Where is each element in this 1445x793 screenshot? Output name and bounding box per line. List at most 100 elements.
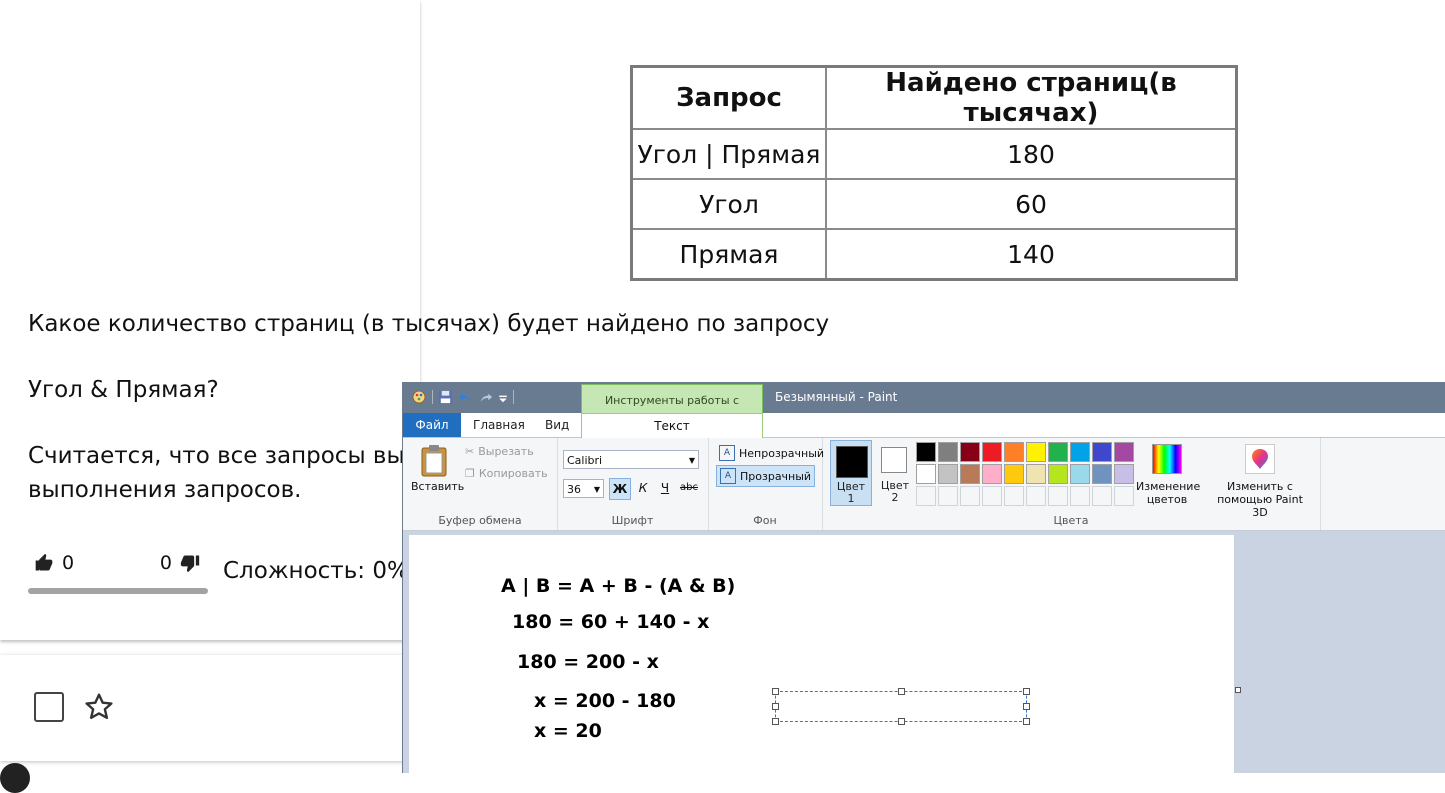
tab-view[interactable]: Вид [545,413,569,437]
ribbon: Вставить ✂ Вырезать ❐ Копировать Буфер о… [403,438,1445,531]
resize-handle[interactable] [1023,703,1030,710]
palette-swatch[interactable] [982,442,1002,462]
window-title: Безымянный - Paint [775,390,898,404]
paint-app-icon[interactable] [411,389,427,405]
save-icon[interactable] [438,390,453,405]
palette-swatch[interactable] [1114,464,1134,484]
italic-button[interactable]: К [633,478,653,498]
paste-label: Вставить [411,480,465,493]
palette-swatch[interactable] [982,486,1002,506]
cell-query: Угол | Прямая [630,128,827,180]
opaque-option[interactable]: A Непрозрачный [716,443,827,463]
canvas-resize-handle[interactable] [1235,687,1241,693]
question-text: Какое количество страниц (в тысячах) буд… [28,311,830,337]
like-count: 0 [62,552,75,574]
resize-handle[interactable] [898,688,905,695]
palette-swatch[interactable] [1048,486,1068,506]
header-pages: Найдено страниц(в тысячах) [825,65,1238,130]
chevron-down-icon: ▼ [593,485,600,494]
palette-swatch[interactable] [1004,486,1024,506]
dislike-count: 0 [159,552,172,574]
opaque-icon: A [719,445,735,461]
thumbs-up-icon [35,553,53,571]
resize-handle[interactable] [772,688,779,695]
copy-label: Копировать [478,467,548,480]
font-size-select[interactable]: 36 ▼ [563,479,604,498]
tab-text[interactable]: Текст [581,413,763,438]
canvas-text-line: x = 200 - 180 [534,690,676,712]
canvas-text-line: A | B = A + B - (A & B) [501,575,736,597]
palette-swatch[interactable] [916,464,936,484]
question-note: Считается, что все запросы вып [28,443,420,469]
question-note-cont: выполнения запросов. [28,477,302,503]
table-header-row: Запрос Найдено страниц(в тысячах) [630,65,1238,130]
palette-swatch[interactable] [1092,442,1112,462]
bold-button[interactable]: Ж [609,478,631,500]
palette-swatch[interactable] [1092,464,1112,484]
resize-handle[interactable] [1023,718,1030,725]
palette-swatch[interactable] [982,464,1002,484]
tab-file[interactable]: Файл [403,413,461,437]
palette-swatch[interactable] [1114,486,1134,506]
resize-handle[interactable] [898,718,905,725]
palette-swatch[interactable] [938,486,958,506]
paint3d-icon [1245,444,1275,474]
paint3d-label-a: Изменить с [1227,480,1293,493]
copy-button[interactable]: ❐ Копировать [465,467,548,480]
font-family-select[interactable]: Calibri ▼ [563,450,699,469]
favorite-star-icon[interactable] [83,691,115,723]
edit-paint3d-button[interactable]: Изменить с помощью Paint 3D [1209,444,1311,519]
canvas-text-line: 180 = 200 - x [517,651,659,673]
clipboard-group-label: Буфер обмена [438,514,522,527]
undo-icon[interactable] [458,390,473,405]
resize-handle[interactable] [772,703,779,710]
cut-button[interactable]: ✂ Вырезать [465,445,534,458]
drawing-canvas[interactable]: A | B = A + B - (A & B) 180 = 60 + 140 -… [409,535,1234,773]
divider [1320,438,1321,530]
color1-button[interactable]: Цвет 1 [830,440,872,506]
redo-icon[interactable] [478,390,493,405]
palette-swatch[interactable] [960,442,980,462]
palette-swatch[interactable] [960,486,980,506]
palette-swatch[interactable] [1070,486,1090,506]
palette-swatch[interactable] [1026,464,1046,484]
query-table: Запрос Найдено страниц(в тысячах) Угол |… [630,65,1238,281]
text-input-box[interactable] [772,688,1030,725]
palette-swatch[interactable] [1004,442,1024,462]
palette-swatch[interactable] [938,442,958,462]
vote-widget: 0 0 [28,552,210,597]
edit-colors-button[interactable]: Изменение цветов [1136,444,1200,506]
palette-swatch[interactable] [938,464,958,484]
palette-swatch[interactable] [1048,464,1068,484]
tab-home[interactable]: Главная [473,413,525,437]
transparent-option[interactable]: A Прозрачный [716,465,816,487]
palette-swatch[interactable] [1026,442,1046,462]
underline-button[interactable]: Ч [655,478,675,498]
customize-toolbar-icon[interactable] [498,390,508,405]
solved-checkbox[interactable] [34,692,64,722]
ribbon-tabs: Файл Главная Вид Текст [403,413,1445,438]
cell-pages: 180 [825,128,1238,180]
dislike-button[interactable]: 0 [160,552,200,574]
palette-swatch[interactable] [1048,442,1068,462]
resize-handle[interactable] [772,718,779,725]
transparent-icon: A [720,468,736,484]
palette-swatch[interactable] [1004,464,1024,484]
like-button[interactable]: 0 [34,552,74,574]
palette-swatch[interactable] [1070,464,1090,484]
palette-swatch[interactable] [1070,442,1090,462]
opaque-label: Непрозрачный [739,446,825,460]
chat-bubble-icon[interactable] [0,763,30,793]
palette-swatch[interactable] [960,464,980,484]
resize-handle[interactable] [1023,688,1030,695]
palette-swatch[interactable] [1026,486,1046,506]
palette-swatch[interactable] [916,486,936,506]
table-row: Угол 60 [630,178,1238,230]
edit-colors-label-b: цветов [1146,493,1188,506]
color2-button[interactable]: Цвет 2 [875,440,915,504]
strikethrough-button[interactable]: abc [679,478,699,498]
palette-swatch[interactable] [916,442,936,462]
title-bar: Инструменты работы с текстом Безымянный … [403,382,1445,439]
palette-swatch[interactable] [1092,486,1112,506]
palette-swatch[interactable] [1114,442,1134,462]
